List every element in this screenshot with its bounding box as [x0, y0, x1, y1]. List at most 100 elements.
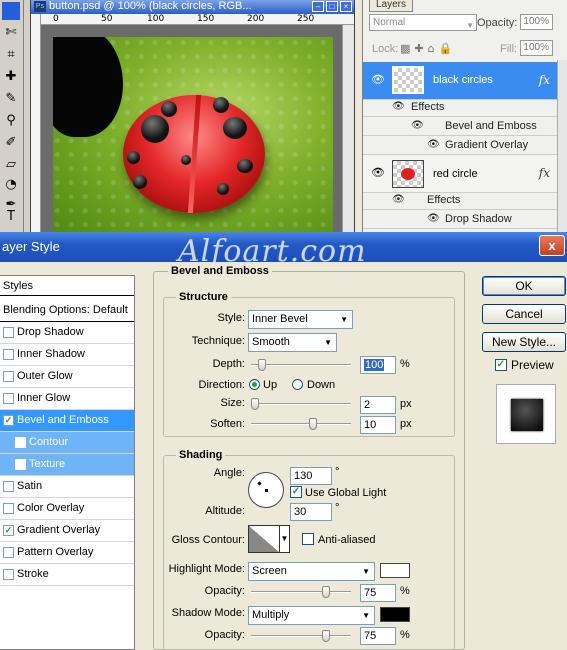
style-checkbox[interactable]: [3, 547, 14, 558]
document-title-bar[interactable]: Ps button.psd @ 100% (black circles, RGB…: [31, 0, 354, 14]
style-item-color-overlay[interactable]: Color Overlay: [0, 498, 134, 520]
style-checkbox[interactable]: [15, 459, 26, 470]
style-item-satin[interactable]: Satin: [0, 476, 134, 498]
effect-drop-shadow-row[interactable]: 👁 Drop Shadow: [363, 210, 567, 229]
ok-button[interactable]: OK: [482, 276, 566, 296]
preview-checkbox[interactable]: ✓: [495, 359, 507, 371]
eye-icon[interactable]: 👁: [427, 139, 440, 150]
style-checkbox[interactable]: [3, 503, 14, 514]
slider-thumb[interactable]: [258, 359, 266, 371]
eye-icon[interactable]: 👁: [411, 120, 424, 131]
eraser-tool-icon[interactable]: ▱: [2, 156, 20, 174]
style-item-gradient-overlay[interactable]: ✓ Gradient Overlay: [0, 520, 134, 542]
fx-icon[interactable]: fx: [539, 166, 550, 180]
shadow-color-swatch[interactable]: [380, 607, 410, 622]
soften-slider[interactable]: [251, 418, 351, 430]
close-icon[interactable]: ×: [340, 1, 352, 12]
soften-input[interactable]: 10: [360, 416, 396, 434]
slider-thumb[interactable]: [309, 418, 317, 430]
depth-slider[interactable]: [251, 359, 351, 371]
eye-icon[interactable]: 👁: [427, 213, 440, 224]
highlight-color-swatch[interactable]: [380, 563, 410, 578]
image-canvas[interactable]: [53, 37, 333, 232]
style-item-stroke[interactable]: Stroke: [0, 564, 134, 586]
layers-scrollbar[interactable]: [557, 60, 567, 232]
gradient-tool-icon[interactable]: ◔: [2, 176, 20, 194]
lock-icons[interactable]: ▩✚⌂🔒: [400, 42, 456, 55]
style-item-outer-glow[interactable]: Outer Glow: [0, 366, 134, 388]
styles-header[interactable]: Styles: [0, 276, 134, 296]
close-icon[interactable]: x: [539, 235, 565, 256]
lasso-tool-icon[interactable]: ✄: [2, 24, 20, 42]
style-item-drop-shadow[interactable]: Drop Shadow: [0, 322, 134, 344]
technique-select[interactable]: Smooth ▼: [248, 333, 337, 352]
gloss-contour-picker[interactable]: [248, 525, 280, 553]
style-checkbox[interactable]: [3, 481, 14, 492]
style-item-pattern-overlay[interactable]: Pattern Overlay: [0, 542, 134, 564]
brush-tool-icon[interactable]: ✎: [2, 90, 20, 108]
opacity-input[interactable]: 100%: [520, 14, 553, 30]
highlight-opacity-input[interactable]: 75: [360, 584, 396, 602]
style-item-inner-shadow[interactable]: Inner Shadow: [0, 344, 134, 366]
effects-row[interactable]: 👁 Effects: [363, 191, 567, 210]
style-checkbox[interactable]: [3, 327, 14, 338]
vertical-scrollbar[interactable]: [342, 25, 354, 232]
crop-tool-icon[interactable]: ⌗: [2, 46, 20, 64]
angle-dial[interactable]: [248, 472, 284, 508]
stamp-tool-icon[interactable]: ⚲: [2, 112, 20, 130]
style-item-contour[interactable]: Contour: [0, 432, 134, 454]
eye-icon[interactable]: 👁: [371, 73, 385, 86]
history-tool-icon[interactable]: ✐: [2, 134, 20, 152]
depth-input[interactable]: 100: [360, 356, 396, 374]
style-select[interactable]: Inner Bevel ▼: [248, 310, 353, 329]
direction-up-radio[interactable]: [249, 379, 260, 390]
style-item-bevel-and-emboss[interactable]: ✓ Bevel and Emboss: [0, 410, 134, 432]
minimize-icon[interactable]: –: [312, 1, 324, 12]
style-checkbox[interactable]: [3, 349, 14, 360]
layer-red-circle[interactable]: 👁 red circle fx: [363, 155, 567, 193]
direction-down-radio[interactable]: [292, 379, 303, 390]
layer-black-circles[interactable]: 👁 black circles fx: [363, 62, 567, 100]
slider-thumb[interactable]: [322, 586, 330, 598]
type-tool-icon[interactable]: T: [2, 208, 20, 226]
use-global-light-checkbox[interactable]: ✓: [290, 486, 302, 498]
effects-row[interactable]: 👁 Effects: [363, 98, 567, 117]
eye-icon[interactable]: 👁: [371, 166, 385, 179]
eye-icon[interactable]: 👁: [392, 194, 405, 205]
size-input[interactable]: 2: [360, 396, 396, 414]
chevron-down-icon[interactable]: ▼: [280, 525, 290, 553]
move-tool-icon[interactable]: [2, 2, 20, 20]
style-checkbox[interactable]: [3, 371, 14, 382]
shadow-opacity-input[interactable]: 75: [360, 627, 396, 645]
style-checkbox[interactable]: [3, 393, 14, 404]
style-checkbox[interactable]: [15, 437, 26, 448]
style-checkbox[interactable]: ✓: [3, 525, 14, 536]
effect-gradient-overlay-row[interactable]: 👁 Gradient Overlay: [363, 136, 567, 155]
altitude-input[interactable]: 30: [290, 503, 332, 521]
style-item-inner-glow[interactable]: Inner Glow: [0, 388, 134, 410]
highlight-mode-select[interactable]: Screen ▼: [248, 562, 375, 581]
tab-layers[interactable]: Layers: [369, 0, 414, 12]
style-checkbox[interactable]: [3, 569, 14, 580]
cancel-button[interactable]: Cancel: [482, 304, 566, 324]
shadow-opacity-slider[interactable]: [251, 630, 351, 642]
fill-input[interactable]: 100%: [520, 40, 553, 56]
fx-icon[interactable]: fx: [539, 73, 550, 87]
new-style-button[interactable]: New Style...: [482, 332, 566, 352]
shadow-mode-select[interactable]: Multiply ▼: [248, 606, 375, 625]
angle-input[interactable]: 130: [290, 467, 332, 485]
style-checkbox[interactable]: ✓: [3, 415, 14, 426]
effect-bevel-emboss-row[interactable]: 👁 Bevel and Emboss: [363, 117, 567, 136]
eye-icon[interactable]: 👁: [392, 101, 405, 112]
blending-options-item[interactable]: Blending Options: Default: [0, 300, 134, 322]
healing-tool-icon[interactable]: ✚: [2, 68, 20, 86]
size-slider[interactable]: [251, 398, 351, 410]
slider-thumb[interactable]: [322, 630, 330, 642]
document-window: Ps button.psd @ 100% (black circles, RGB…: [30, 0, 355, 232]
blend-mode-select[interactable]: Normal ▼: [369, 14, 477, 31]
slider-thumb[interactable]: [251, 398, 259, 410]
anti-aliased-checkbox[interactable]: [302, 533, 314, 545]
style-item-texture[interactable]: Texture: [0, 454, 134, 476]
maximize-icon[interactable]: □: [326, 1, 338, 12]
highlight-opacity-slider[interactable]: [251, 586, 351, 598]
